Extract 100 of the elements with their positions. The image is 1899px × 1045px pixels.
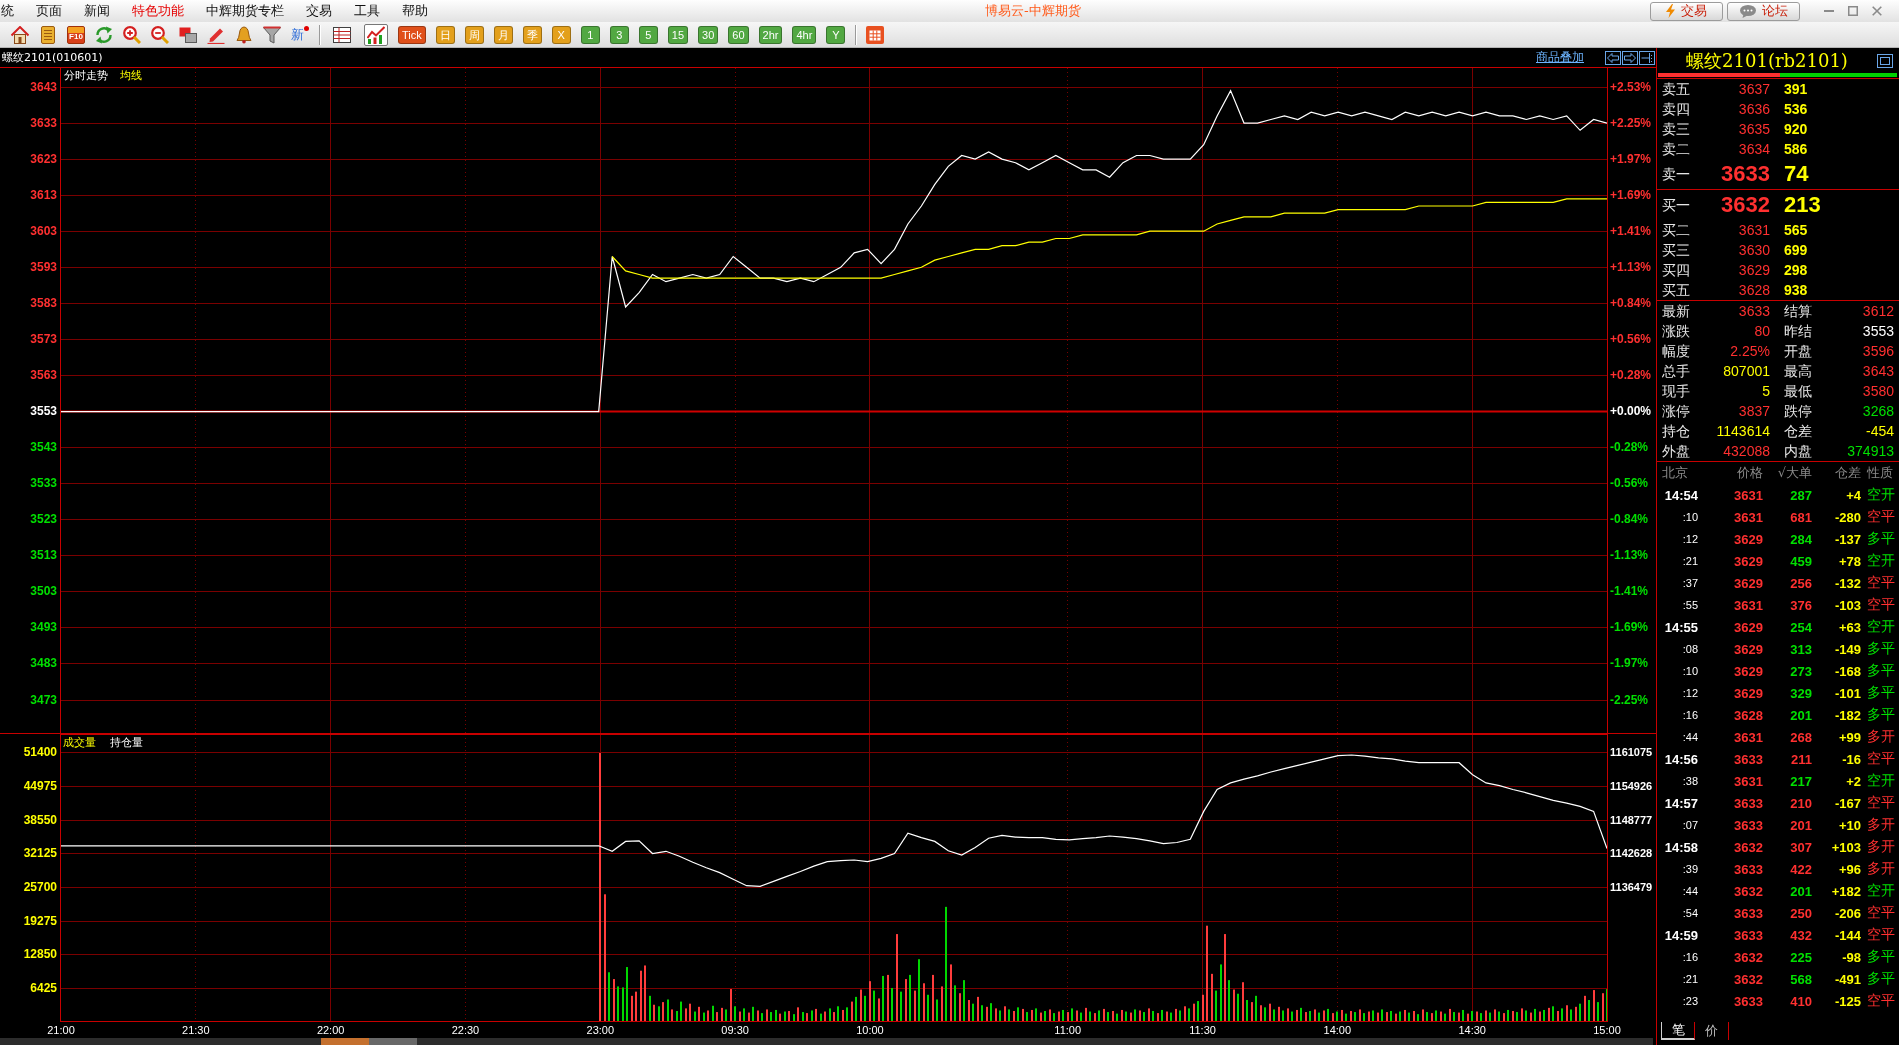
trade-nature: 多开 [1867,728,1895,746]
trade-oi-change: -149 [1834,641,1861,657]
horizontal-scrollbar[interactable] [0,1038,1653,1045]
trade-volume: 459 [1790,553,1812,569]
period-button[interactable]: Tick [398,25,426,44]
news-button[interactable]: 新 [291,25,309,44]
trade-time: :44 [1682,885,1698,897]
funnel-icon[interactable] [263,25,281,44]
trade-volume: 284 [1790,531,1812,547]
period-button[interactable]: Y [826,25,846,44]
trade-nature: 空开 [1867,486,1895,504]
period-button[interactable]: X [551,25,571,44]
trade-price: 3629 [1734,663,1763,679]
nav-button[interactable] [1622,50,1638,65]
window-title: 博易云-中辉期货 [985,3,1081,19]
legend-label: 均线 [120,69,142,83]
bell-icon[interactable] [235,25,253,44]
stat-value: 3837 [1738,403,1770,419]
period-button[interactable]: 季 [522,25,542,44]
book-label: 买三 [1662,241,1690,259]
trade-oi-change: +4 [1846,487,1861,503]
trade-price: 3633 [1734,993,1763,1009]
zoom-in-icon[interactable] [123,25,141,44]
column-header: 北京 [1662,464,1688,482]
nav-button[interactable] [1639,50,1655,65]
book-volume: 298 [1784,262,1808,278]
book-label: 卖三 [1662,120,1690,138]
overlapping-squares-icon[interactable] [179,25,197,44]
menu-item[interactable]: 中辉期货专栏 [206,3,284,19]
trade-volume: 268 [1790,729,1812,745]
book-label: 买四 [1662,261,1690,279]
trade-time: :38 [1682,775,1698,787]
panel-tab[interactable]: 笔 [1661,1022,1695,1040]
stat-value: 432088 [1723,443,1770,459]
book-label: 买五 [1662,281,1690,299]
price-axis-label: 3493 [30,621,57,634]
stat-value: 2.25% [1730,343,1770,359]
trade-price: 3632 [1734,971,1763,987]
menu-item[interactable]: 特色功能 [132,3,184,19]
maximize-icon[interactable] [1877,53,1893,68]
period-button[interactable]: 1 [580,25,600,44]
period-button[interactable]: 30 [698,25,719,44]
stat-label: 内盘 [1784,442,1812,460]
period-button[interactable]: 日 [435,25,455,44]
period-button[interactable]: 5 [638,25,658,44]
open-interest-axis-label: 1142628 [1610,847,1653,860]
volume-axis-label: 19275 [23,915,57,928]
open-interest-axis-label: 1148777 [1610,814,1653,827]
trade-oi-change: -182 [1834,707,1861,723]
close-icon[interactable] [1872,6,1882,16]
trade-oi-change: +103 [1831,839,1861,855]
menu-item[interactable]: 工具 [354,3,380,19]
trade-time: :07 [1682,819,1698,831]
f10-button[interactable]: F10 [67,25,85,44]
view-button[interactable] [364,23,388,46]
period-button[interactable]: 15 [667,25,688,44]
volume-axis-label: 32125 [23,847,57,860]
notebook-icon[interactable] [39,25,57,44]
trade-oi-change: +96 [1838,861,1861,877]
stat-value: -454 [1865,423,1894,439]
price-axis-label: 3553 [30,405,57,418]
trade-nature: 空平 [1867,992,1895,1010]
book-price: 3635 [1738,121,1770,137]
trade-price: 3629 [1734,531,1763,547]
menu-item[interactable]: 页面 [36,3,62,19]
calendar-icon[interactable] [866,25,885,44]
period-button[interactable]: 4hr [792,25,817,44]
trade-oi-change: -98 [1842,949,1861,965]
trade-price: 3633 [1734,795,1763,811]
trade-volume: 250 [1790,905,1812,921]
instrument-title: 螺纹2101(rb2101) [1686,49,1848,72]
nav-button[interactable] [1605,50,1621,65]
menu-item[interactable]: 新闻 [84,3,110,19]
refresh-icon[interactable] [95,25,113,44]
stat-value: 3553 [1862,323,1894,339]
book-label: 买二 [1662,221,1690,239]
trade-oi-change: -137 [1834,531,1861,547]
zoom-out-icon[interactable] [151,25,169,44]
trade-nature: 多平 [1867,706,1895,724]
trade-oi-change: -125 [1834,993,1861,1009]
trade-time: :21 [1682,973,1698,985]
trade-price: 3629 [1734,553,1763,569]
overlay-link[interactable]: 商品叠加 [1536,49,1584,66]
menu-item[interactable]: 统 [1,3,14,19]
period-button[interactable]: 60 [728,25,749,44]
period-button[interactable]: 3 [609,25,629,44]
menu-item[interactable]: 交易 [306,3,332,19]
price-axis-label: 3533 [30,477,57,490]
trade-nature: 空平 [1867,794,1895,812]
percent-axis-label: +2.53% [1610,81,1652,94]
title-bar-button[interactable]: 交易 [1650,1,1723,21]
price-axis-label: 3513 [30,549,57,562]
period-button[interactable]: 周 [464,25,484,44]
menu-item[interactable]: 帮助 [402,3,428,19]
title-bar-button[interactable]: 论坛 [1727,1,1800,21]
trade-oi-change: +182 [1831,883,1861,899]
home-icon[interactable] [11,25,29,44]
period-button[interactable]: 2hr [758,25,783,44]
stat-value: 1143614 [1716,423,1770,439]
period-button[interactable]: 月 [493,25,513,44]
